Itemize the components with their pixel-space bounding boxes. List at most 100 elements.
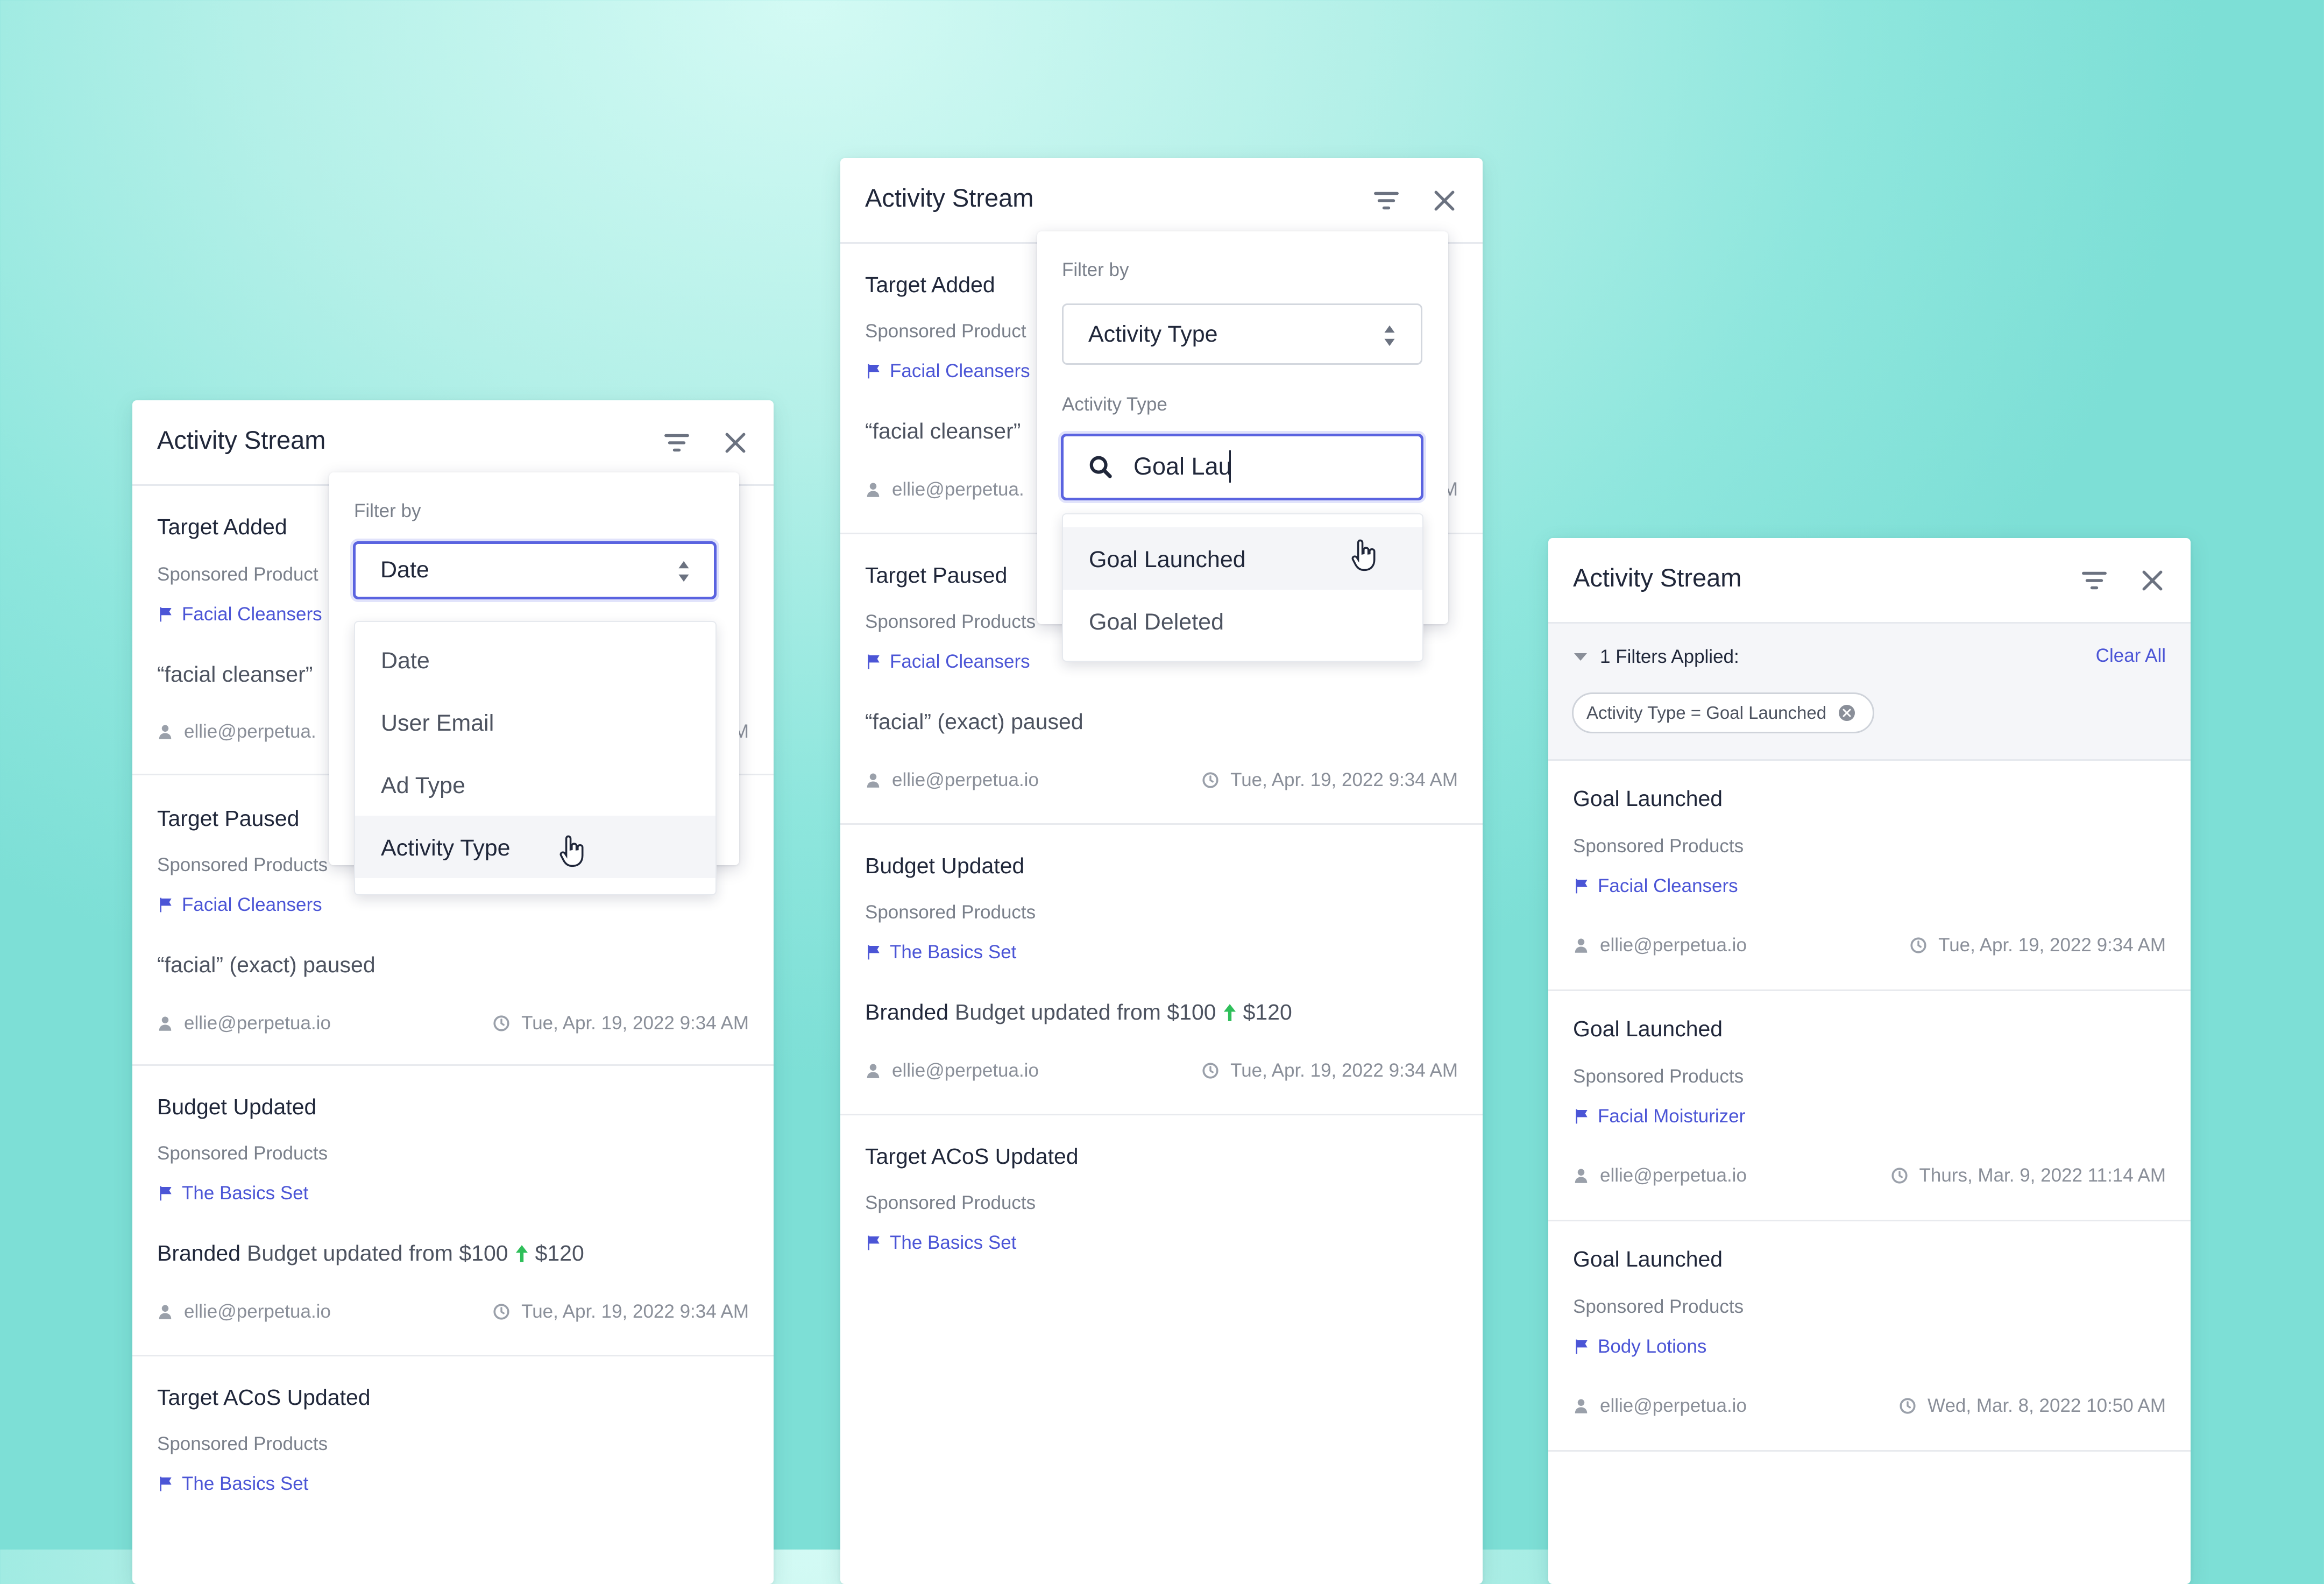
user-icon xyxy=(157,1303,173,1321)
list-item[interactable]: Target ACoS Updated Sponsored Products T… xyxy=(840,1114,1483,1340)
item-title: Goal Launched xyxy=(1573,1016,1723,1041)
item-time-text: Tue, Apr. 19, 2022 9:34 AM xyxy=(1230,1060,1458,1081)
option-activity-type[interactable]: Activity Type xyxy=(355,816,715,878)
item-product-link[interactable]: Facial Cleansers xyxy=(157,894,322,916)
panel-header: Activity Stream xyxy=(1548,538,2191,624)
list-item[interactable]: Budget Updated Sponsored Products The Ba… xyxy=(132,1064,774,1356)
option-date[interactable]: Date xyxy=(355,628,715,691)
flag-icon xyxy=(1573,876,1590,896)
item-product-label: The Basics Set xyxy=(890,1232,1017,1253)
item-timestamp: Thurs, Mar. 9, 2022 11:14 AM xyxy=(1890,1165,2166,1186)
filter-chip[interactable]: Activity Type = Goal Launched xyxy=(1572,692,1875,733)
list-item[interactable]: Target ACoS Updated Sponsored Products T… xyxy=(132,1355,774,1581)
item-ad-type: Sponsored Products xyxy=(157,1143,328,1164)
item-ad-type: Sponsored Product xyxy=(865,321,1026,342)
option-user-email[interactable]: User Email xyxy=(355,691,715,753)
item-user: ellie@perpetua.io xyxy=(865,769,1039,791)
hand-cursor-icon xyxy=(558,834,587,867)
item-product-link[interactable]: Facial Cleansers xyxy=(1573,875,1738,897)
item-product-link[interactable]: The Basics Set xyxy=(157,1473,308,1495)
item-title: Target Added xyxy=(865,272,995,297)
list-item[interactable]: Goal Launched Sponsored Products Facial … xyxy=(1548,989,2191,1221)
hand-cursor-icon xyxy=(1350,538,1379,571)
option-label: Activity Type xyxy=(381,835,511,861)
flag-icon xyxy=(1573,1337,1590,1356)
item-timestamp: Tue, Apr. 19, 2022 9:34 AM xyxy=(1909,935,2166,956)
filter-icon[interactable] xyxy=(2080,566,2109,595)
item-user-email: ellie@perpetua.io xyxy=(1600,1395,1747,1416)
filter-icon[interactable] xyxy=(1372,186,1401,215)
list-item[interactable]: Goal Launched Sponsored Products Facial … xyxy=(1548,759,2191,991)
item-description: Branded Budget updated from $100 $120 xyxy=(157,1241,584,1266)
flag-icon xyxy=(157,605,174,624)
filter-by-label: Filter by xyxy=(1062,259,1129,280)
item-title: Goal Launched xyxy=(1573,1247,1723,1271)
flag-icon xyxy=(865,652,882,671)
item-product-link[interactable]: Facial Cleansers xyxy=(865,651,1030,673)
clear-icon[interactable] xyxy=(1838,704,1855,722)
item-product-label: Body Lotions xyxy=(1598,1336,1707,1357)
filter-icon[interactable] xyxy=(662,428,691,457)
activity-type-options-dropdown: Goal Launched Goal Deleted xyxy=(1062,513,1423,662)
item-ad-type: Sponsored Products xyxy=(157,1433,328,1454)
option-ad-type[interactable]: Ad Type xyxy=(355,753,715,816)
user-icon xyxy=(865,771,881,789)
item-product-link[interactable]: Facial Cleansers xyxy=(865,360,1030,382)
arrow-up-icon xyxy=(1223,1002,1237,1023)
chevron-down-icon xyxy=(1574,653,1587,661)
item-product-link[interactable]: Facial Moisturizer xyxy=(1573,1106,1745,1127)
item-time-text: Tue, Apr. 19, 2022 9:34 AM xyxy=(521,1013,749,1034)
item-description: “facial” (exact) paused xyxy=(157,952,375,978)
flag-icon xyxy=(865,943,882,962)
item-ad-type: Sponsored Products xyxy=(865,902,1036,923)
item-user: ellie@perpetua.io xyxy=(157,1301,331,1323)
item-product-link[interactable]: The Basics Set xyxy=(157,1183,308,1204)
item-description: “facial cleanser” xyxy=(157,662,313,687)
item-product-link[interactable]: Body Lotions xyxy=(1573,1336,1706,1357)
filter-by-select[interactable]: Activity Type xyxy=(1062,303,1422,365)
user-icon xyxy=(865,1062,881,1080)
applied-filters-bar: 1 Filters Applied: Clear All Activity Ty… xyxy=(1548,624,2191,761)
item-title: Budget Updated xyxy=(865,853,1025,878)
item-ad-type: Sponsored Products xyxy=(1573,836,1744,857)
user-icon xyxy=(865,480,881,499)
item-timestamp: Wed, Mar. 8, 2022 10:50 AM xyxy=(1898,1395,2166,1417)
item-product-link[interactable]: Facial Cleansers xyxy=(157,604,322,625)
item-product-link[interactable]: The Basics Set xyxy=(865,1232,1016,1254)
item-ad-type: Sponsored Products xyxy=(865,1192,1036,1213)
close-icon[interactable] xyxy=(2138,566,2167,595)
item-title: Target ACoS Updated xyxy=(157,1385,371,1410)
item-user-email: ellie@perpetua.io xyxy=(1600,935,1747,956)
item-product-label: The Basics Set xyxy=(182,1473,309,1494)
close-icon[interactable] xyxy=(721,428,750,457)
item-time-text: Tue, Apr. 19, 2022 9:34 AM xyxy=(1938,935,2166,956)
activity-type-search-input[interactable]: Goal Lau xyxy=(1061,434,1423,500)
item-user: ellie@perpetua.io xyxy=(1573,935,1747,956)
applied-filters-toggle[interactable]: 1 Filters Applied: xyxy=(1573,646,1739,668)
option-goal-deleted[interactable]: Goal Deleted xyxy=(1063,590,1422,652)
item-ad-type: Sponsored Products xyxy=(865,611,1036,632)
list-item[interactable]: Budget Updated Sponsored Products The Ba… xyxy=(840,823,1483,1115)
item-product-link[interactable]: The Basics Set xyxy=(865,942,1016,963)
item-user: ellie@perpetua.io xyxy=(157,1013,331,1034)
item-ad-type: Sponsored Products xyxy=(1573,1066,1744,1087)
clear-all-link[interactable]: Clear All xyxy=(2096,645,2166,667)
list-item[interactable]: Goal Launched Sponsored Products Body Lo… xyxy=(1548,1220,2191,1452)
filters-applied-text: 1 Filters Applied: xyxy=(1600,646,1739,667)
clock-icon xyxy=(492,1303,511,1321)
filter-by-select[interactable]: Date xyxy=(353,541,717,599)
text-caret xyxy=(1229,450,1231,483)
item-user-email: ellie@perpetua. xyxy=(184,721,316,742)
close-icon[interactable] xyxy=(1430,186,1459,215)
panel-title: Activity Stream xyxy=(865,183,1034,212)
item-user-email: ellie@perpetua.io xyxy=(184,1013,331,1034)
item-time-text: Wed, Mar. 8, 2022 10:50 AM xyxy=(1928,1395,2166,1416)
option-label: Ad Type xyxy=(381,773,465,798)
clock-icon xyxy=(492,1014,511,1033)
item-time-text: Tue, Apr. 19, 2022 9:34 AM xyxy=(1230,769,1458,790)
item-user: ellie@perpetua.io xyxy=(1573,1165,1747,1186)
item-new-value: $120 xyxy=(1243,1000,1292,1024)
item-user: ellie@perpetua.io xyxy=(1573,1395,1747,1417)
item-product-label: Facial Moisturizer xyxy=(1598,1106,1746,1127)
item-user: ellie@perpetua. xyxy=(157,721,316,742)
